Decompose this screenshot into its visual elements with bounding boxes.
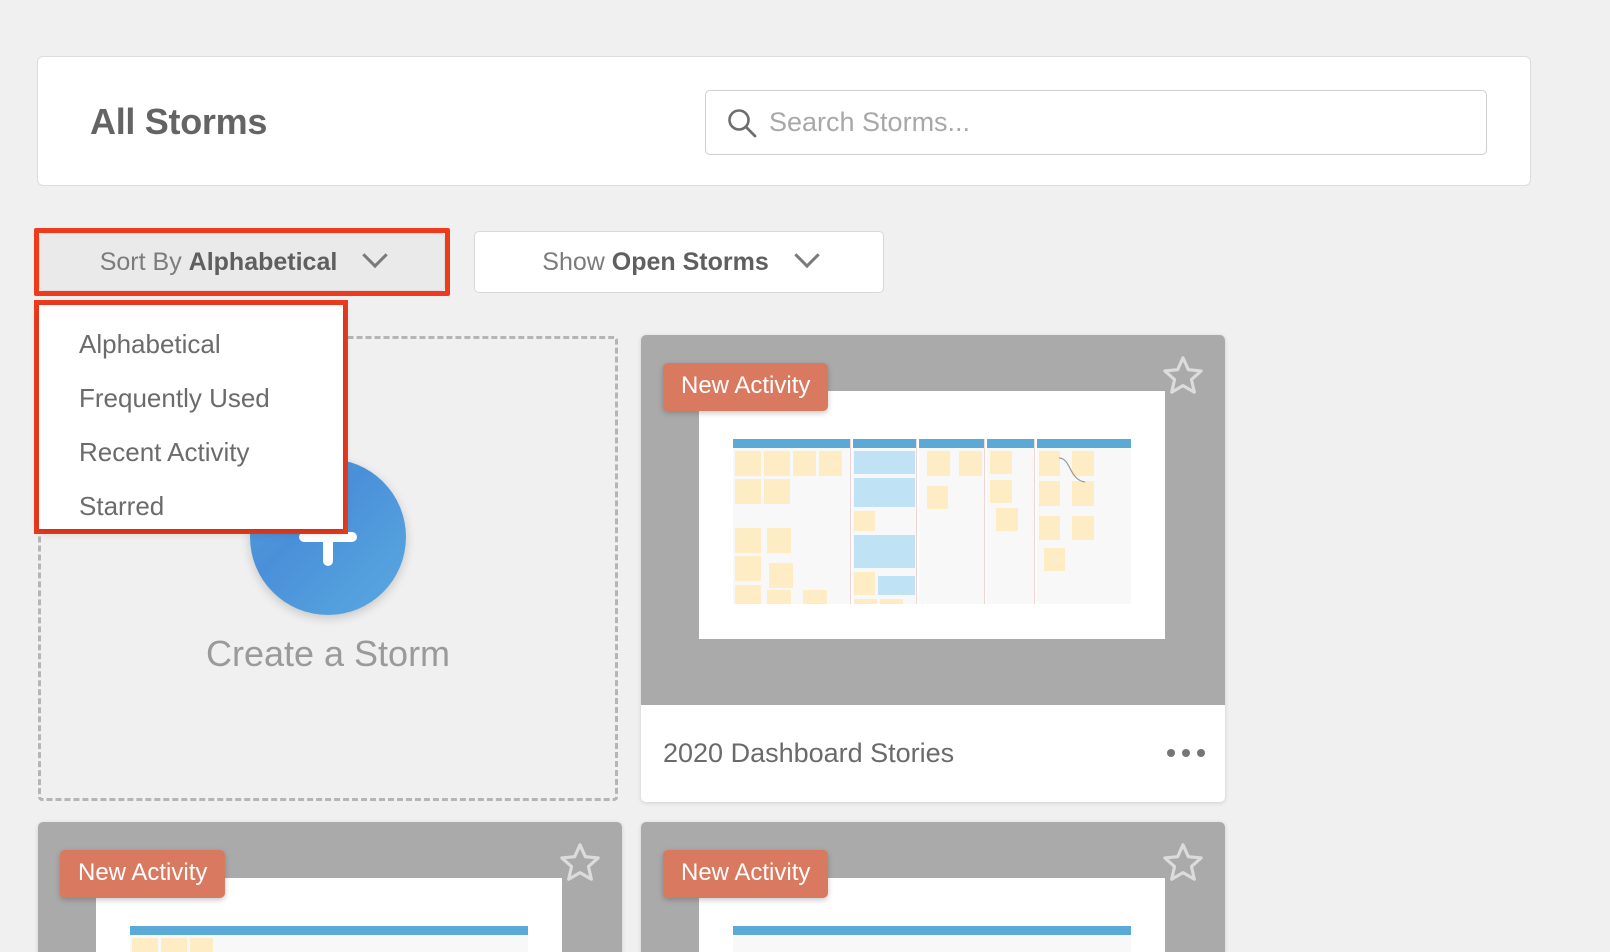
new-activity-badge: New Activity	[60, 850, 226, 898]
board-column	[130, 926, 528, 952]
board-column-body	[733, 448, 850, 604]
board-columns	[733, 926, 1131, 952]
search-icon	[726, 107, 758, 139]
board-column-header	[1037, 439, 1131, 448]
header-panel: All Storms	[37, 56, 1531, 186]
sort-by-highlight-outline	[34, 228, 450, 296]
storm-card-title: 2020 Dashboard Stories	[663, 737, 955, 768]
board-columns	[733, 439, 1131, 604]
show-filter-button[interactable]: Show Open Storms	[474, 231, 884, 293]
show-filter-value: Open Storms	[611, 247, 769, 276]
storm-card[interactable]: New Activity	[38, 822, 622, 952]
board-column	[853, 439, 917, 604]
board-column-header	[733, 439, 850, 448]
star-outline-icon[interactable]	[558, 840, 602, 884]
storm-card[interactable]: New Activity	[641, 335, 1225, 802]
board-columns	[130, 926, 528, 952]
storm-card-footer: 2020 Dashboard Stories	[641, 705, 1225, 801]
storm-card-thumbnail: New Activity	[38, 822, 622, 952]
chevron-down-icon	[793, 242, 820, 268]
more-options-icon[interactable]	[1167, 749, 1205, 757]
board-column-header	[919, 439, 984, 448]
storm-card-thumbnail: New Activity	[641, 822, 1225, 952]
board-column-header	[733, 926, 1131, 935]
board-column-header	[130, 926, 528, 935]
board-column	[733, 439, 851, 604]
search-box[interactable]	[705, 90, 1487, 155]
board-column-body	[987, 448, 1034, 604]
create-a-storm-label: Create a Storm	[205, 633, 451, 674]
board-preview	[699, 391, 1165, 639]
storms-dashboard: All Storms Sort By Alphabetical Show Ope…	[0, 0, 1610, 952]
show-filter-prefix: Show	[542, 247, 605, 276]
star-outline-icon[interactable]	[1161, 840, 1205, 884]
board-column	[1037, 439, 1131, 604]
board-column-body	[853, 448, 916, 604]
sort-menu-item-alphabetical[interactable]: Alphabetical	[39, 317, 343, 371]
star-outline-icon[interactable]	[1161, 353, 1205, 397]
board-column-body	[130, 935, 528, 952]
board-column	[733, 926, 1131, 952]
search-input[interactable]	[769, 91, 1476, 154]
new-activity-badge: New Activity	[663, 363, 829, 411]
board-column-body	[733, 935, 1131, 952]
board-column-body	[919, 448, 984, 604]
new-activity-badge: New Activity	[663, 850, 829, 898]
storm-card[interactable]: New Activity	[641, 822, 1225, 952]
board-column-header	[853, 439, 916, 448]
sort-menu-item-recent-activity[interactable]: Recent Activity	[39, 425, 343, 479]
sort-menu-item-starred[interactable]: Starred	[39, 479, 343, 533]
board-column-body	[1037, 448, 1131, 604]
board-column	[919, 439, 985, 604]
board-column-header	[987, 439, 1034, 448]
storm-card-thumbnail: New Activity	[641, 335, 1225, 705]
board-connector-icon	[1058, 457, 1086, 483]
sort-menu-item-frequently-used[interactable]: Frequently Used	[39, 371, 343, 425]
sort-by-dropdown-menu[interactable]: Alphabetical Frequently Used Recent Acti…	[39, 305, 343, 529]
show-filter-label: Show Open Storms	[542, 242, 820, 277]
board-column	[987, 439, 1035, 604]
page-title: All Storms	[90, 101, 268, 142]
